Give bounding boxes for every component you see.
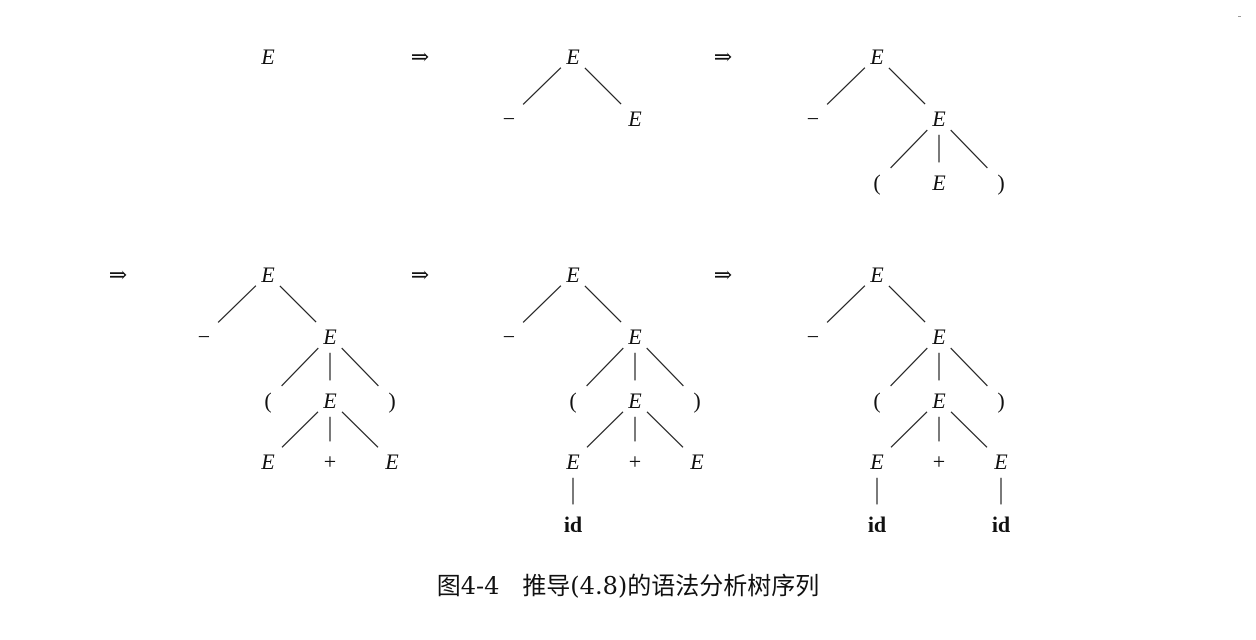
tree-node-terminal: − [807,324,819,349]
tree-edge [586,411,624,448]
parse-tree-step-5: E − E ( E) E + Eid [503,262,704,537]
tree-edge [281,347,319,387]
scan-speck [1238,16,1241,17]
tree-edge [646,411,684,448]
derives-arrow: ⇒ [109,263,127,288]
tree-node-terminal: + [933,449,945,474]
tree-node-nonterminal: E [384,449,399,474]
tree-node-terminal: ) [997,388,1004,413]
tree-edge [888,67,926,105]
tree-edge [522,67,562,105]
tree-node-terminal: − [503,106,515,131]
derives-arrow: ⇒ [714,263,732,288]
tree-edge [522,285,562,323]
tree-node-nonterminal: E [565,262,580,287]
tree-node-nonterminal: E [627,106,642,131]
tree-edge [586,347,624,387]
tree-edge [950,411,988,448]
tree-node-terminal: + [629,449,641,474]
tree-edge [950,347,988,387]
tree-node-terminal: − [503,324,515,349]
parse-tree-sequence-figure: E E − E E − E ( E) E − E ( E) E + E E − E ( E) E + Eid E − E ( E) E + Ei… [109,44,1010,537]
parse-tree-step-1: E [260,44,275,69]
tree-node-terminal: id [868,512,886,537]
derives-arrow: ⇒ [714,45,732,70]
tree-edge [950,129,988,169]
tree-node-terminal: + [324,449,336,474]
tree-node-nonterminal: E [260,44,275,69]
parse-tree-step-4: E − E ( E) E + E [198,262,399,474]
tree-node-nonterminal: E [931,388,946,413]
tree-node-nonterminal: E [931,170,946,195]
caption-number: 图4-4 [436,572,500,600]
tree-node-nonterminal: E [260,449,275,474]
caption-gap [499,572,522,600]
parse-tree-step-3: E − E ( E) [807,44,1005,195]
derives-arrow: ⇒ [411,263,429,288]
tree-edge [281,411,319,448]
tree-node-nonterminal: E [993,449,1008,474]
tree-node-terminal: − [807,106,819,131]
parse-tree-step-6: E − E ( E) E + Eid id [807,262,1010,537]
tree-node-nonterminal: E [931,106,946,131]
tree-node-terminal: − [198,324,210,349]
tree-edge [826,285,866,323]
tree-edge [584,67,622,105]
tree-edge [341,411,379,448]
tree-edge [279,285,317,323]
tree-edge [646,347,684,387]
tree-node-nonterminal: E [322,388,337,413]
tree-node-terminal: ( [264,388,271,413]
tree-edge [341,347,379,387]
tree-node-nonterminal: E [869,449,884,474]
tree-node-nonterminal: E [869,262,884,287]
caption-text: 推导(4.8)的语法分析树序列 [522,572,820,600]
tree-edge [890,347,928,387]
tree-node-nonterminal: E [565,449,580,474]
tree-node-nonterminal: E [627,324,642,349]
derives-arrow: ⇒ [411,45,429,70]
tree-edge [888,285,926,323]
tree-node-terminal: ) [388,388,395,413]
tree-edge [826,67,866,105]
tree-edge [584,285,622,323]
tree-node-terminal: ) [693,388,700,413]
tree-node-nonterminal: E [565,44,580,69]
tree-node-terminal: ) [997,170,1004,195]
tree-node-terminal: ( [569,388,576,413]
tree-node-nonterminal: E [322,324,337,349]
tree-node-terminal: ( [873,170,880,195]
figure-caption: 图4-4 推导(4.8)的语法分析树序列 [0,566,1256,601]
tree-node-terminal: id [992,512,1010,537]
parse-tree-step-2: E − E [503,44,642,131]
tree-node-nonterminal: E [931,324,946,349]
tree-node-terminal: ( [873,388,880,413]
tree-node-nonterminal: E [627,388,642,413]
tree-edge [890,411,928,448]
tree-node-terminal: id [564,512,582,537]
tree-node-nonterminal: E [869,44,884,69]
tree-edge [890,129,928,169]
tree-edge [217,285,257,323]
tree-node-nonterminal: E [260,262,275,287]
tree-node-nonterminal: E [689,449,704,474]
